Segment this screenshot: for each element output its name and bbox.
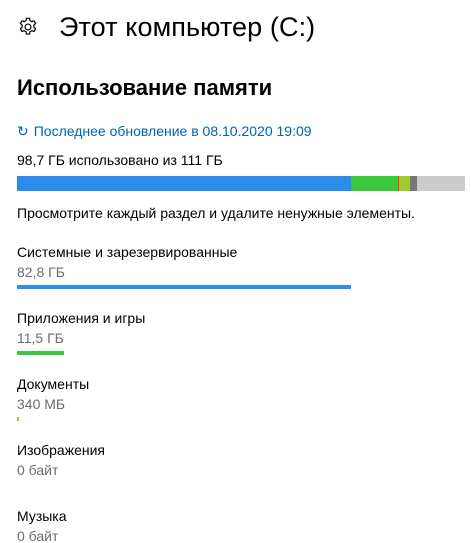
usage-segment-system — [17, 176, 351, 191]
section-title: Использование памяти — [17, 75, 273, 100]
category-name: Документы — [17, 376, 90, 392]
category-size: 82,8 ГБ — [17, 264, 65, 280]
hint-text: Просмотрите каждый раздел и удалите нену… — [17, 205, 415, 221]
usage-segment-apps — [351, 176, 398, 191]
usage-bar — [17, 176, 465, 191]
category-bar — [17, 351, 64, 355]
storage-usage-page: Этот компьютер (C:) Использование памяти… — [0, 0, 471, 543]
refresh-icon: ↻ — [17, 123, 29, 139]
page-header: Этот компьютер (C:) — [17, 9, 315, 45]
category-bar — [17, 285, 351, 289]
usage-segment-other-green — [399, 176, 410, 191]
refresh-label: Последнее обновление в 08.10.2020 19:09 — [33, 123, 312, 139]
category-size: 340 МБ — [17, 396, 66, 412]
gear-icon — [17, 16, 39, 38]
category-size: 0 байт — [17, 462, 59, 478]
category-size: 0 байт — [17, 528, 59, 543]
usage-summary: 98,7 ГБ использовано из 111 ГБ — [17, 152, 223, 168]
category-name: Изображения — [17, 442, 105, 458]
category-size: 11,5 ГБ — [17, 330, 64, 346]
category-images[interactable]: Изображения 0 байт — [17, 440, 457, 487]
usage-segment-other-gray — [410, 176, 417, 191]
refresh-link[interactable]: ↻ Последнее обновление в 08.10.2020 19:0… — [17, 121, 312, 141]
category-bar — [17, 417, 19, 421]
category-documents[interactable]: Документы 340 МБ — [17, 374, 457, 421]
category-name: Приложения и игры — [17, 310, 146, 326]
page-title: Этот компьютер (C:) — [59, 12, 316, 42]
category-system[interactable]: Системные и зарезервированные 82,8 ГБ — [17, 242, 457, 289]
category-name: Системные и зарезервированные — [17, 244, 238, 260]
category-apps[interactable]: Приложения и игры 11,5 ГБ — [17, 308, 457, 355]
category-music[interactable]: Музыка 0 байт — [17, 506, 457, 543]
category-name: Музыка — [17, 508, 67, 524]
